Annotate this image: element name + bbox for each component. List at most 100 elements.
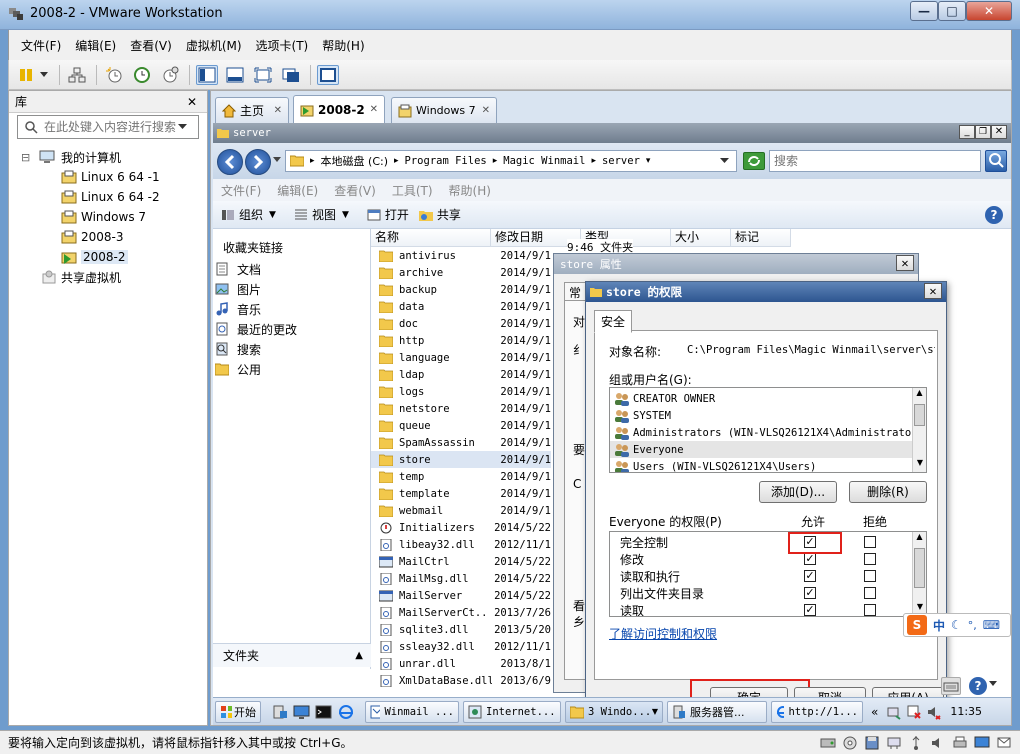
add-button[interactable]: 添加(D)... — [759, 481, 837, 503]
tab-windows-7[interactable]: Windows 7 ✕ — [391, 97, 497, 123]
groups-scroll-thumb[interactable] — [914, 404, 925, 426]
file-row[interactable]: archive 2014/9/1 — [371, 264, 551, 281]
network-icon[interactable] — [66, 65, 88, 85]
tree-item-2008-3[interactable]: 2008-3 — [9, 227, 207, 247]
back-button[interactable] — [217, 149, 243, 175]
open-button[interactable]: 打开 — [367, 206, 409, 223]
explorer-menu-tools[interactable]: 工具(T) — [392, 182, 433, 199]
sogou-icon[interactable]: S — [907, 615, 927, 635]
deny-checkbox[interactable] — [864, 604, 876, 616]
nav-item-searches[interactable]: 搜索 — [213, 339, 370, 359]
guest-screen[interactable]: server _ ❐ ✕ ▸ 本地磁盘 (C:) ▸ Program Files… — [213, 123, 1011, 725]
snapshot-icon[interactable] — [103, 65, 125, 85]
network-adapter-icon[interactable] — [886, 735, 902, 751]
breadcrumb-drive[interactable]: 本地磁盘 (C:) — [321, 153, 388, 169]
group-item[interactable]: Administrators (WIN-VLSQ26121X4\Administ… — [610, 424, 926, 441]
tree-item-linux-2[interactable]: Linux 6 64 -2 — [9, 187, 207, 207]
file-row[interactable]: SpamAssassin 2014/9/1 — [371, 434, 551, 451]
deny-checkbox[interactable] — [864, 553, 876, 565]
remove-button[interactable]: 删除(R) — [849, 481, 927, 503]
explorer-menu-file[interactable]: 文件(F) — [221, 182, 261, 199]
menu-help[interactable]: 帮助(H) — [322, 37, 364, 54]
group-item[interactable]: CREATOR OWNER — [610, 390, 912, 407]
vm-help-dropdown-icon[interactable] — [989, 681, 997, 687]
tab-close-icon[interactable]: ✕ — [370, 104, 378, 115]
allow-checkbox[interactable]: ✓ — [804, 587, 816, 599]
send-ctrl-alt-del-icon[interactable] — [941, 677, 961, 695]
ime-toolbar[interactable]: S 中 ☾ °, ⌨ — [903, 613, 1011, 637]
action-center-icon[interactable] — [906, 704, 922, 720]
allow-checkbox[interactable]: ✓ — [804, 553, 816, 565]
views-button[interactable]: 视图 ▼ — [294, 206, 349, 223]
menu-edit[interactable]: 编辑(E) — [75, 37, 116, 54]
library-search[interactable] — [17, 115, 199, 139]
close-button[interactable]: ✕ — [966, 1, 1012, 21]
file-row[interactable]: logs 2014/9/1 — [371, 383, 551, 400]
file-row[interactable]: XmlDataBase.dll 2013/6/9 — [371, 672, 551, 689]
file-row[interactable]: sqlite3.dll 2013/5/20 — [371, 621, 551, 638]
column-tags[interactable]: 标记 — [731, 229, 791, 247]
address-dropdown-icon[interactable] — [720, 157, 730, 165]
full-screen-icon[interactable] — [252, 65, 274, 85]
file-row[interactable]: webmail 2014/9/1 — [371, 502, 551, 519]
tab-close-icon[interactable]: ✕ — [482, 105, 490, 116]
menu-tabs[interactable]: 选项卡(T) — [256, 37, 309, 54]
explorer-restore-button[interactable]: ❐ — [975, 125, 991, 139]
file-row[interactable]: netstore 2014/9/1 — [371, 400, 551, 417]
power-dropdown-icon[interactable] — [37, 65, 51, 85]
permissions-scrollbar[interactable]: ▲ ▼ — [912, 532, 926, 616]
keyboard-icon[interactable]: ⌨ — [983, 618, 1000, 632]
explorer-menu-edit[interactable]: 编辑(E) — [277, 182, 318, 199]
permissions-close-button[interactable]: ✕ — [924, 283, 942, 299]
allow-checkbox[interactable]: ✓ — [804, 604, 816, 616]
breadcrumb-server[interactable]: server — [602, 155, 640, 167]
nav-item-recent-changes[interactable]: 最近的更改 — [213, 319, 370, 339]
nav-item-music[interactable]: 音乐 — [213, 299, 370, 319]
deny-checkbox[interactable] — [864, 536, 876, 548]
server-manager-icon[interactable] — [271, 704, 289, 720]
nav-item-pictures[interactable]: 图片 — [213, 279, 370, 299]
tree-item-shared-vms[interactable]: 共享虚拟机 — [9, 267, 207, 287]
organize-button[interactable]: 组织 ▼ — [221, 206, 276, 223]
groups-scrollbar[interactable]: ▲ ▼ — [912, 388, 926, 472]
explorer-menu-view[interactable]: 查看(V) — [334, 182, 376, 199]
console-view-icon[interactable] — [317, 64, 339, 85]
tree-item-windows-7[interactable]: Windows 7 — [9, 207, 207, 227]
deny-checkbox[interactable] — [864, 587, 876, 599]
search-button[interactable] — [985, 150, 1007, 172]
usb-icon[interactable] — [908, 735, 924, 751]
thumbnail-bar-icon[interactable] — [224, 65, 246, 85]
floppy-icon[interactable] — [864, 735, 880, 751]
library-search-input[interactable] — [44, 120, 178, 134]
tab-2008-2[interactable]: 2008-2 ✕ — [293, 95, 385, 123]
breadcrumb-program-files[interactable]: Program Files — [405, 155, 487, 167]
nav-history-dropdown-icon[interactable] — [273, 157, 281, 163]
help-icon[interactable]: ? — [985, 206, 1003, 224]
access-control-link[interactable]: 了解访问控制和权限 — [609, 625, 717, 642]
file-row[interactable]: backup 2014/9/1 — [371, 281, 551, 298]
file-row[interactable]: unrar.dll 2013/8/1 — [371, 655, 551, 672]
desktop-icon[interactable] — [293, 704, 311, 720]
column-size[interactable]: 大小 — [671, 229, 731, 247]
menu-view[interactable]: 查看(V) — [130, 37, 172, 54]
network-tray-icon[interactable] — [886, 704, 902, 720]
folders-toggle[interactable]: 文件夹 ▲ — [213, 643, 371, 667]
show-library-icon[interactable] — [196, 64, 218, 85]
taskbar-item-winmail[interactable]: Winmail ... — [365, 700, 459, 723]
start-button[interactable]: 开始 — [215, 700, 261, 723]
explorer-search-input[interactable] — [774, 154, 974, 168]
nav-item-documents[interactable]: 文档 — [213, 259, 370, 279]
taskbar-item-server-manager[interactable]: 服务器管... — [667, 700, 767, 723]
punctuation-icon[interactable]: °, — [968, 619, 977, 632]
internet-explorer-icon[interactable] — [337, 704, 355, 720]
ime-mode[interactable]: 中 — [933, 617, 945, 634]
explorer-minimize-button[interactable]: _ — [959, 125, 975, 139]
file-row[interactable]: Initializers 2014/5/22 — [371, 519, 551, 536]
unity-icon[interactable] — [280, 65, 302, 85]
refresh-icon[interactable] — [743, 152, 765, 170]
file-row[interactable]: ssleay32.dll 2012/11/1 — [371, 638, 551, 655]
minimize-button[interactable]: — — [910, 1, 938, 21]
menu-vm[interactable]: 虚拟机(M) — [186, 37, 242, 54]
file-row[interactable]: http 2014/9/1 — [371, 332, 551, 349]
group-item[interactable]: SYSTEM — [610, 407, 912, 424]
